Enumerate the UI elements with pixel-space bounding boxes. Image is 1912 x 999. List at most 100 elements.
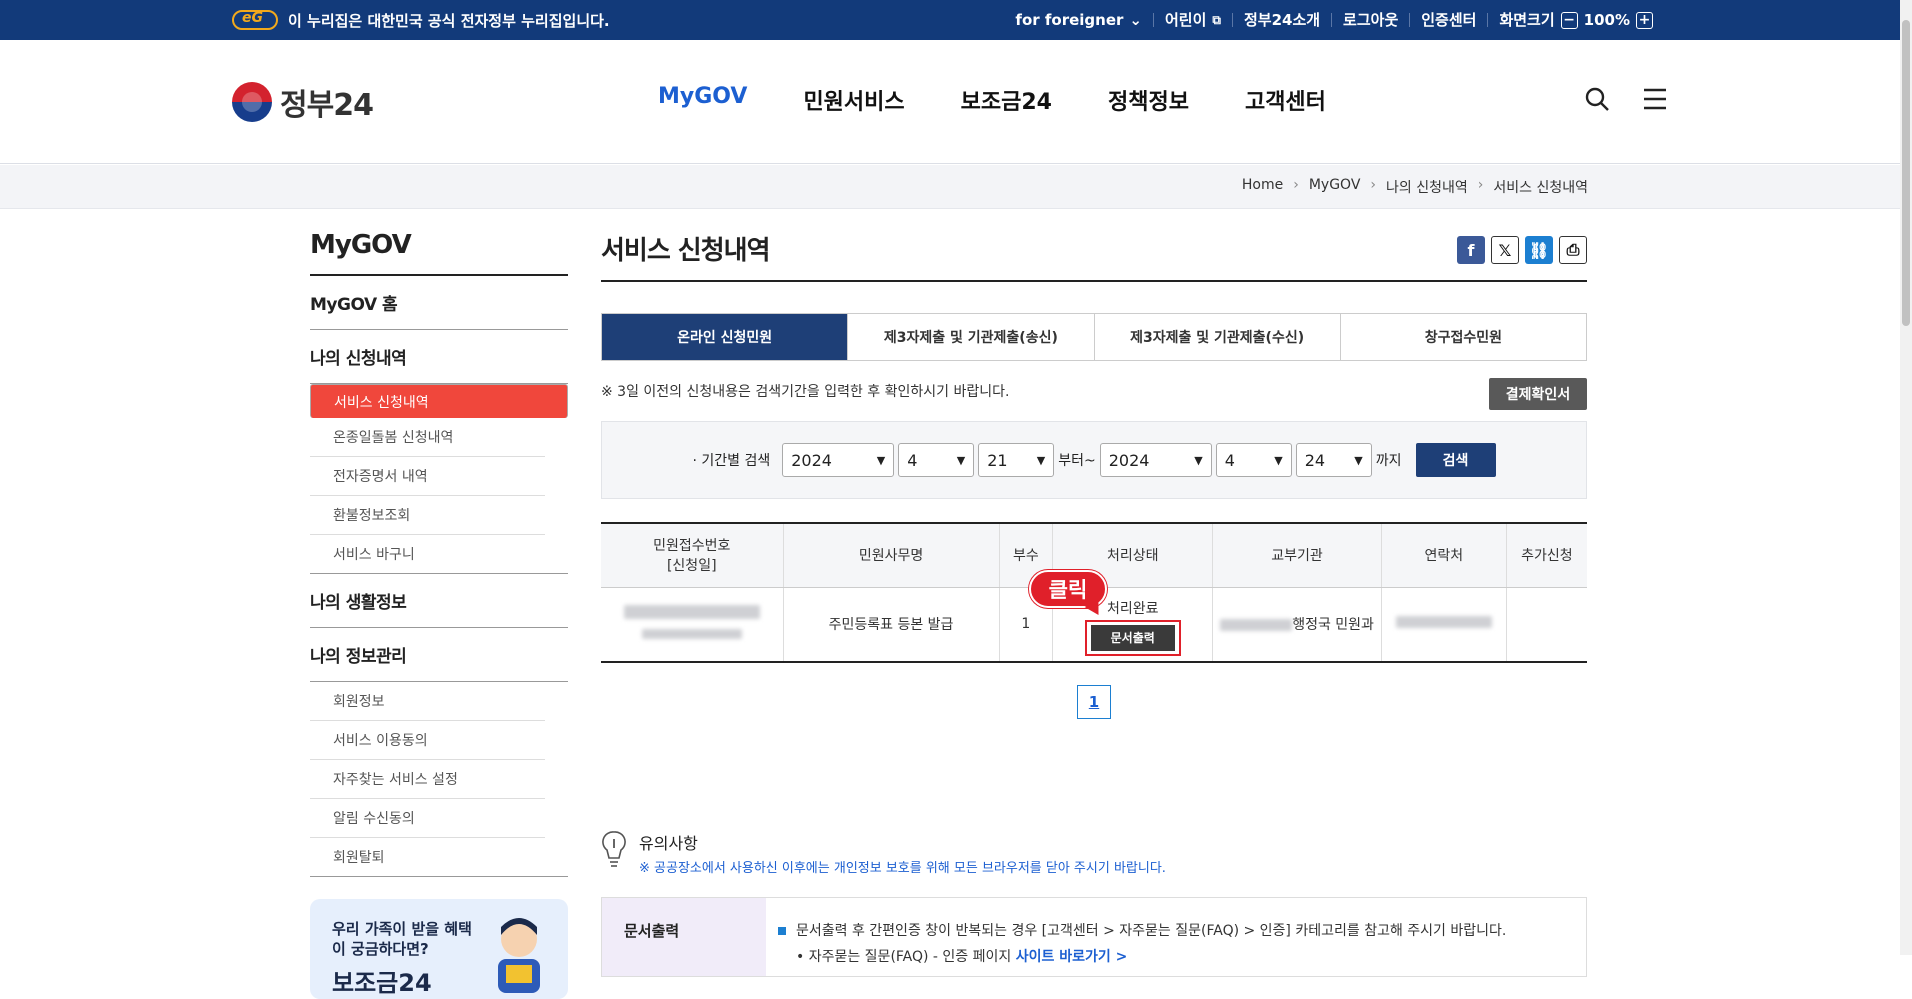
- site-logo[interactable]: 정부24: [232, 80, 374, 124]
- document-print-button[interactable]: 문서출력: [1090, 625, 1175, 652]
- menu-icon[interactable]: [1642, 86, 1668, 112]
- to-year-select[interactable]: 2024 ▼: [1099, 443, 1212, 477]
- contact-cell: [1381, 587, 1507, 663]
- side-nav-item-consent[interactable]: 서비스 이용동의: [310, 721, 545, 760]
- search-icon[interactable]: [1584, 86, 1610, 112]
- to-suffix: 까지: [1375, 453, 1402, 469]
- facebook-icon[interactable]: f: [1457, 236, 1485, 264]
- period-search: · 기간별 검색 2024 ▼ 4 ▼ 21 ▼ 부터~ 2024 ▼ 4 ▼ 24 ▼ 까…: [601, 421, 1587, 499]
- zoom-out-button[interactable]: −: [1560, 11, 1578, 29]
- breadcrumb-home[interactable]: Home: [1242, 177, 1283, 197]
- print-icon[interactable]: ⎙: [1559, 236, 1587, 264]
- side-nav-title: MyGOV: [310, 230, 568, 276]
- side-nav: MyGOV MyGOV 홈 나의 신청내역 서비스 신청내역 온종일돌봄 신청내…: [310, 230, 568, 999]
- side-nav-mygov-home[interactable]: MyGOV 홈: [310, 276, 568, 330]
- bullet-square-icon: [778, 927, 786, 935]
- print-info-label: 문서출력: [602, 898, 766, 976]
- top-banner: 이 누리집은 대한민국 공식 전자정부 누리집입니다. for foreigne…: [0, 0, 1900, 40]
- payment-confirm-button[interactable]: 결제확인서: [1489, 378, 1587, 410]
- side-nav-my-info[interactable]: 나의 정보관리: [310, 628, 568, 682]
- org-suffix: 행정국 민원과: [1292, 617, 1374, 634]
- chevron-right-icon: ›: [1477, 177, 1484, 193]
- additional-cell: [1506, 587, 1587, 663]
- side-nav-item-withdraw[interactable]: 회원탈퇴: [310, 838, 545, 876]
- egov-logo-icon: [232, 10, 278, 30]
- chevron-down-icon: ▼: [1354, 453, 1363, 467]
- page-1[interactable]: 1: [1077, 685, 1111, 719]
- search-notice: ※ 3일 이전의 신청내용은 검색기간을 입력한 후 확인하시기 바랍니다.: [601, 384, 1010, 400]
- kids-link[interactable]: 어린이 ⧉: [1154, 13, 1233, 28]
- chevron-down-icon: ▼: [956, 453, 966, 467]
- print-info-text: 문서출력 후 간편인증 창이 반복되는 경우 [고객센터 > 자주묻는 질문(F…: [778, 918, 1506, 944]
- chevron-right-icon: ›: [1293, 177, 1299, 193]
- from-month-select[interactable]: 4 ▼: [898, 443, 975, 477]
- search-button[interactable]: 검색: [1415, 443, 1496, 477]
- to-month-select[interactable]: 4 ▼: [1215, 443, 1292, 477]
- tab-online[interactable]: 온라인 신청민원: [602, 314, 849, 360]
- link-copy-icon[interactable]: ⛓: [1525, 236, 1553, 264]
- official-notice-text: 이 누리집은 대한민국 공식 전자정부 누리집입니다.: [288, 11, 610, 30]
- side-nav-item-childcare[interactable]: 온종일돌봄 신청내역: [310, 418, 545, 457]
- faq-site-link[interactable]: 사이트 바로가기 >: [1016, 949, 1128, 965]
- logout-link[interactable]: 로그아웃: [1332, 13, 1411, 28]
- zoom-in-button[interactable]: +: [1636, 11, 1653, 29]
- breadcrumb-mygov[interactable]: MyGOV: [1309, 177, 1361, 197]
- share-tools: f 𝕏 ⛓ ⎙: [1457, 236, 1587, 264]
- foreigner-link[interactable]: for foreigner ⌄: [1004, 11, 1154, 29]
- chevron-down-icon: ▼: [1274, 453, 1283, 467]
- caution-desc: ※ 공공장소에서 사용하신 이후에는 개인정보 보호를 위해 모든 브라우저를 …: [639, 861, 1166, 876]
- from-day-select[interactable]: 21 ▼: [978, 443, 1055, 477]
- scrollbar-thumb[interactable]: [1902, 20, 1910, 326]
- page-title: 서비스 신청내역: [601, 230, 1587, 282]
- from-year-select[interactable]: 2024 ▼: [782, 443, 895, 477]
- side-nav-item-refund[interactable]: 환불정보조회: [310, 496, 545, 535]
- print-info-sub: • 자주묻는 질문(FAQ) - 인증 페이지 사이트 바로가기 >: [796, 949, 1128, 965]
- main-content: 서비스 신청내역 f 𝕏 ⛓ ⎙ 온라인 신청민원 제3자제출 및 기관제출(송…: [601, 230, 1587, 977]
- official-notice: 이 누리집은 대한민국 공식 전자정부 누리집입니다.: [232, 0, 610, 40]
- chevron-down-icon: ⌄: [1129, 11, 1142, 29]
- breadcrumb-current: 서비스 신청내역: [1493, 180, 1588, 196]
- from-suffix: 부터~: [1058, 453, 1096, 469]
- side-nav-life-info[interactable]: 나의 생활정보: [310, 574, 568, 628]
- print-info-box: 문서출력 문서출력 후 간편인증 창이 반복되는 경우 [고객센터 > 자주묻는…: [601, 897, 1587, 977]
- col-additional: 추가신청: [1506, 522, 1587, 588]
- location-bar: Home › MyGOV › 나의 신청내역 › 서비스 신청내역: [0, 165, 1900, 209]
- col-service-name: 민원사무명: [783, 522, 1000, 588]
- to-day-select[interactable]: 24 ▼: [1295, 443, 1372, 477]
- page-scrollbar[interactable]: [1900, 0, 1912, 955]
- about-link[interactable]: 정부24소개: [1233, 13, 1333, 28]
- application-tabs: 온라인 신청민원 제3자제출 및 기관제출(송신) 제3자제출 및 기관제출(수…: [601, 313, 1587, 361]
- nav-mygov[interactable]: MyGOV: [658, 84, 747, 116]
- side-nav-my-applications[interactable]: 나의 신청내역: [310, 330, 568, 384]
- tab-counter[interactable]: 창구접수민원: [1341, 314, 1586, 360]
- side-nav-item-e-certificate[interactable]: 전자증명서 내역: [310, 457, 545, 496]
- logo-text: 정부24: [280, 88, 374, 123]
- cert-center-link[interactable]: 인증센터: [1410, 13, 1489, 28]
- click-highlight-box: 문서출력: [1084, 620, 1181, 657]
- nav-subsidy[interactable]: 보조금24: [961, 84, 1052, 116]
- side-nav-item-notification[interactable]: 알림 수신동의: [310, 799, 545, 838]
- subsidy-banner[interactable]: 우리 가족이 받을 혜택이 궁금하다면? 보조금24: [310, 899, 568, 999]
- person-illustration-icon: [498, 918, 540, 993]
- utility-links: for foreigner ⌄ 어린이 ⧉ 정부24소개 로그아웃 인증센터 화면크…: [1004, 0, 1664, 40]
- side-nav-item-member-info[interactable]: 회원정보: [310, 682, 545, 721]
- nav-customer-center[interactable]: 고객센터: [1245, 84, 1326, 116]
- zoom-level: 100%: [1583, 11, 1630, 29]
- service-name-cell: 주민등록표 등본 발급: [783, 587, 1000, 663]
- caution-section: 유의사항 ※ 공공장소에서 사용하신 이후에는 개인정보 보호를 위해 모든 브…: [601, 830, 1166, 876]
- screen-size-control: 화면크기 − 100% +: [1488, 11, 1664, 29]
- tab-third-party-received[interactable]: 제3자제출 및 기관제출(수신): [1095, 314, 1341, 360]
- breadcrumb-my-applications[interactable]: 나의 신청내역: [1386, 177, 1468, 197]
- nav-civil-service[interactable]: 민원서비스: [803, 84, 904, 116]
- col-receipt-no: 민원접수번호 [신청일]: [601, 522, 784, 588]
- redacted-org: [1220, 619, 1293, 632]
- redacted-date: [641, 629, 742, 640]
- side-nav-item-favorites[interactable]: 자주찾는 서비스 설정: [310, 760, 545, 799]
- external-link-icon: ⧉: [1212, 13, 1221, 27]
- nav-policy[interactable]: 정책정보: [1108, 84, 1189, 116]
- side-nav-item-basket[interactable]: 서비스 바구니: [310, 535, 545, 573]
- chevron-down-icon: ▼: [876, 453, 886, 467]
- side-nav-item-service-applications[interactable]: 서비스 신청내역: [310, 384, 568, 418]
- x-twitter-icon[interactable]: 𝕏: [1491, 236, 1519, 264]
- tab-third-party-sent[interactable]: 제3자제출 및 기관제출(송신): [848, 314, 1095, 360]
